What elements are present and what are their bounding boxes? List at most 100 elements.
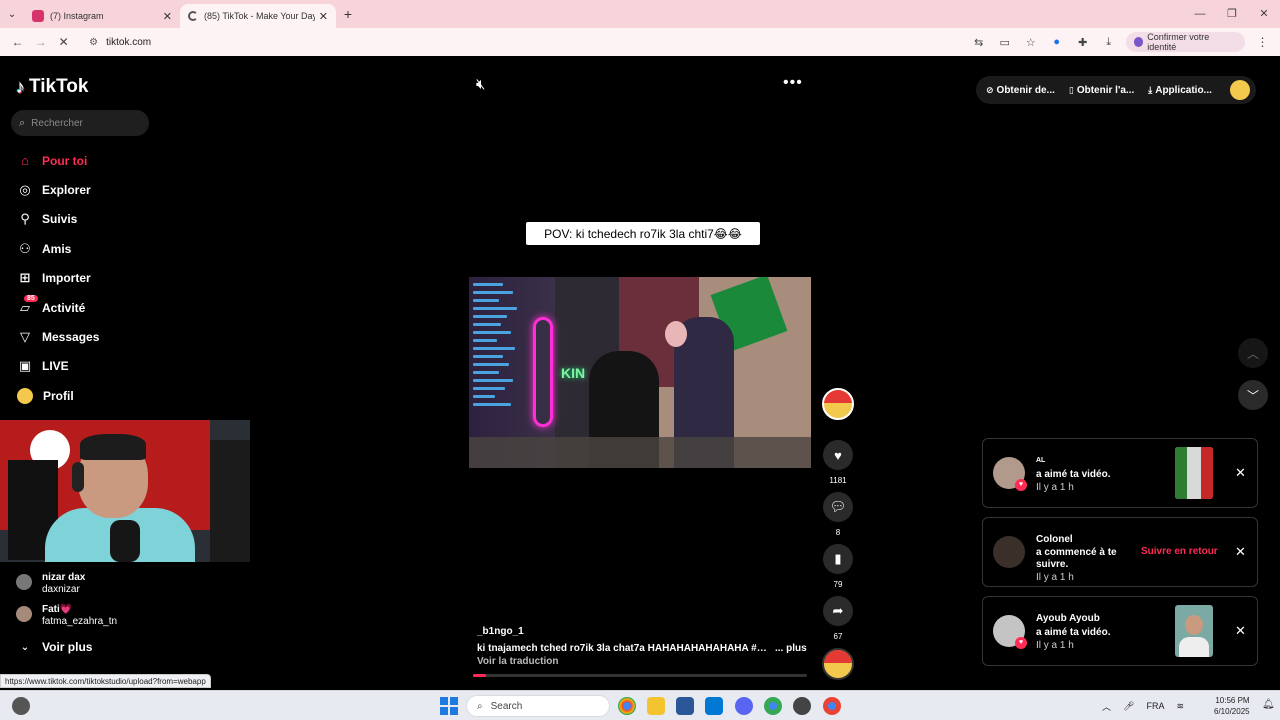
site-info-icon[interactable]: ⚙ (89, 37, 98, 48)
microphone (110, 520, 140, 562)
translate-link[interactable]: Voir la traduction (477, 656, 807, 667)
avatar (822, 388, 854, 420)
download-icon[interactable]: ⤓ (1096, 36, 1122, 49)
profile-label: Confirmer votre identité (1147, 32, 1210, 52)
see-more-label: Voir plus (42, 640, 93, 654)
taskbar-search[interactable]: ⌕ Search (466, 695, 610, 717)
nav-item-profile[interactable]: Profil (16, 381, 99, 410)
close-window-icon[interactable]: ✕ (1248, 0, 1280, 28)
translate-icon[interactable]: ⇆ (966, 36, 992, 49)
chrome-icon[interactable] (618, 697, 636, 715)
profile-button[interactable]: Confirmer votre identité (1125, 32, 1245, 52)
music-disc-avatar[interactable] (822, 648, 854, 680)
wifi-icon[interactable]: ≋ (1176, 701, 1184, 712)
share-count: 67 (833, 632, 843, 641)
phone-icon: ▯ (1068, 84, 1074, 95)
video-thumbnail[interactable] (1175, 605, 1213, 657)
nav-label: Activité (42, 300, 86, 315)
minimize-icon[interactable]: — (1184, 0, 1216, 28)
bookmark-star-icon[interactable]: ☆ (1018, 36, 1044, 49)
stop-icon[interactable]: ✕ (52, 35, 75, 49)
widgets-icon[interactable] (12, 697, 30, 715)
tab-tiktok[interactable]: (85) TikTok - Make Your Day ✕ (180, 4, 336, 28)
close-icon[interactable]: ✕ (1235, 623, 1246, 639)
notification-card[interactable]: ♥ Ayoub Ayoub a aimé ta vidéo. Il y a 1 … (982, 596, 1258, 666)
steam-icon[interactable] (793, 697, 811, 715)
see-more-button[interactable]: ⌄ Voir plus (16, 640, 93, 654)
microphone-icon[interactable]: 🎤︎ (1123, 701, 1134, 712)
discord-icon[interactable] (735, 697, 753, 715)
following-account[interactable]: nizar dax daxnizar (16, 572, 176, 598)
avatar (16, 574, 32, 590)
nav-item-upload[interactable]: ⊞ Importer (16, 264, 99, 293)
address-bar[interactable]: ⚙ tiktok.com (81, 31, 908, 53)
following-account[interactable]: Fati💗 fatma_ezahra_tn (16, 604, 176, 630)
nav-item-friends[interactable]: ⚇ Amis (16, 234, 99, 263)
nav-item-explore[interactable]: ◎ Explorer (16, 175, 99, 204)
more-options-icon[interactable]: ••• (783, 74, 803, 92)
notification-bell-icon[interactable]: 🔔︎ (1262, 699, 1275, 710)
notification-message: a aimé ta vidéo. (1036, 469, 1111, 480)
search-input[interactable]: ⌕ Rechercher (11, 110, 149, 136)
clock-time: 10:56 PM (1215, 696, 1250, 705)
notification-card[interactable]: Colonel a commencé à te suivre. Il y a 1… (982, 517, 1258, 587)
nav-item-activity[interactable]: ▱ 85 Activité (16, 293, 99, 322)
close-icon[interactable]: ✕ (163, 10, 172, 23)
get-app-button[interactable]: ▯ Obtenir l'a... (1069, 85, 1134, 96)
desktop-app-button[interactable]: ⤓ Applicatio... (1148, 85, 1212, 96)
get-coins-button[interactable]: ⊘ Obtenir de... (986, 85, 1055, 96)
forward-icon[interactable]: → (29, 35, 52, 49)
windows-taskbar: ⌕ Search ︿ 🎤︎ FRA ≋ 10:56 PM 6/10/2025 🔔… (0, 690, 1280, 720)
like-button[interactable]: ♥ 1181 (820, 440, 856, 485)
language-indicator[interactable]: FRA (1146, 701, 1164, 711)
store-icon[interactable] (676, 697, 694, 715)
chevron-up-icon[interactable]: ︿ (1102, 700, 1111, 713)
notification-card[interactable]: ♥ AL a aimé ta vidéo. Il y a 1 h ✕ (982, 438, 1258, 508)
nav-item-messages[interactable]: ▽ Messages (16, 322, 99, 351)
video-author[interactable]: _b1ngo_1 (477, 626, 807, 637)
more-link[interactable]: ... plus (775, 643, 807, 654)
back-icon[interactable]: ← (6, 35, 29, 49)
outlook-icon[interactable] (705, 697, 723, 715)
comment-icon: 💬︎ (823, 492, 853, 522)
taskbar-clock[interactable]: 10:56 PM 6/10/2025 (1214, 695, 1250, 717)
extension-icon[interactable]: ● (1044, 36, 1070, 49)
restore-icon[interactable]: ❐ (1216, 0, 1248, 28)
close-icon[interactable]: ✕ (1235, 544, 1246, 560)
video-player[interactable]: KIN (469, 277, 811, 468)
start-button[interactable] (440, 697, 458, 715)
description-text: ki tnajamech tched ro7ik 3la chat7a HAHA… (477, 643, 767, 654)
video-thumbnail[interactable] (1175, 447, 1213, 499)
next-video-button[interactable]: ﹀ (1238, 380, 1268, 410)
browser-tab-bar: ⌄ (7) Instagram ✕ (85) TikTok - Make You… (0, 0, 1280, 28)
tab-search-icon[interactable]: ⌄ (0, 0, 24, 28)
nav-item-for-you[interactable]: ⌂ Pour toi (16, 146, 99, 175)
mute-icon[interactable]: 🔇︎ (476, 76, 485, 93)
neon-sign: KIN (561, 365, 586, 381)
nav-label: Profil (43, 388, 74, 403)
nav-item-following[interactable]: ⚲ Suivis (16, 205, 99, 234)
previous-video-button[interactable]: ︿ (1238, 338, 1268, 368)
comment-button[interactable]: 💬︎ 8 (820, 492, 856, 537)
avatar[interactable] (1230, 80, 1250, 100)
account-name: Fati💗 (42, 604, 73, 615)
pc-case (210, 440, 250, 562)
chrome-profile-icon[interactable] (764, 697, 782, 715)
chrome-active-icon[interactable] (823, 697, 841, 715)
new-tab-button[interactable]: + (336, 6, 360, 22)
extensions-puzzle-icon[interactable]: ✚ (1070, 36, 1096, 49)
chevron-down-icon: ⌄ (20, 641, 30, 653)
share-button[interactable]: ➦ 67 (820, 596, 856, 641)
browser-menu-icon[interactable]: ⋮ (1251, 35, 1274, 49)
video-progress-bar[interactable] (473, 674, 807, 677)
tiktok-logo[interactable]: ♪ TikTok (16, 76, 88, 98)
save-button[interactable]: ▮ 79 (820, 544, 856, 589)
follow-back-button[interactable]: Suivre en retour (1141, 546, 1218, 557)
close-icon[interactable]: ✕ (319, 10, 328, 23)
cast-icon[interactable]: ▭ (992, 36, 1018, 49)
nav-item-live[interactable]: ▣ LIVE (16, 352, 99, 381)
tab-instagram[interactable]: (7) Instagram ✕ (24, 4, 180, 28)
close-icon[interactable]: ✕ (1235, 465, 1246, 481)
author-avatar-button[interactable] (820, 388, 856, 420)
file-explorer-icon[interactable] (647, 697, 665, 715)
